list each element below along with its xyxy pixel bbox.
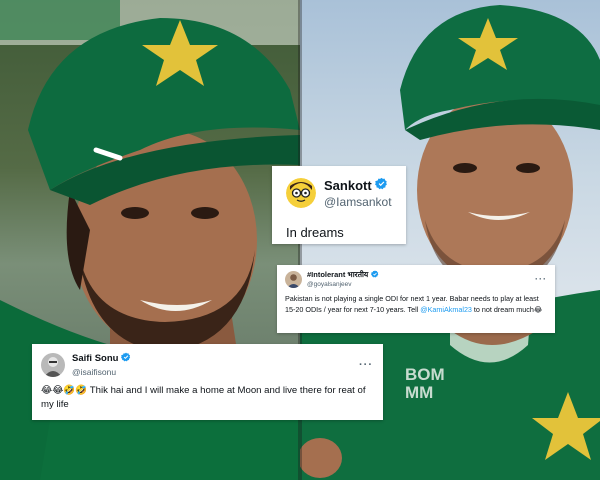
- tweet-header: Saifi Sonu @isaifisonu ···: [41, 352, 373, 377]
- tweet-header: Sankott @Iamsankot: [286, 177, 396, 209]
- author-name[interactable]: #Intolerant भारतीय: [307, 270, 368, 280]
- author-name[interactable]: Sankott: [324, 178, 372, 193]
- tweet-text: Pakistan is not playing a single ODI for…: [285, 294, 547, 315]
- more-options-icon[interactable]: ···: [535, 274, 547, 284]
- author-handle[interactable]: @isaifisonu: [72, 367, 131, 377]
- more-options-icon[interactable]: ···: [359, 359, 373, 371]
- tweet-text: In dreams: [286, 225, 344, 240]
- author-handle[interactable]: @Iamsankot: [324, 195, 392, 209]
- laughing-emojis-icon: 😂😂🤣🤣: [41, 385, 88, 396]
- tweet-card-sankott: Sankott @Iamsankot In dreams: [272, 166, 406, 244]
- author-handle[interactable]: @goyalsanjeev: [307, 281, 379, 288]
- jersey-text: BOM MM: [405, 365, 445, 402]
- tweet-card-isaifisonu: Saifi Sonu @isaifisonu ··· 😂😂🤣🤣 Thik hai…: [32, 344, 383, 420]
- mention-link[interactable]: @KamiAkmal23: [420, 305, 472, 314]
- profile-photo-avatar-icon[interactable]: [285, 270, 302, 288]
- tweet-text-part: Thik hai and I will make a home at Moon …: [41, 385, 366, 410]
- tweet-card-goyalsanjeev: #Intolerant भारतीय @goyalsanjeev ··· Pak…: [277, 265, 555, 333]
- author-name[interactable]: Saifi Sonu: [72, 353, 118, 364]
- verified-badge-icon: [374, 177, 388, 193]
- verified-badge-icon: [371, 270, 379, 280]
- profile-photo-avatar-icon[interactable]: [41, 352, 65, 377]
- verified-badge-icon: [121, 352, 131, 365]
- laughing-emoji-icon: 😂: [533, 304, 543, 314]
- cartoon-glasses-avatar-icon[interactable]: [286, 178, 316, 208]
- tweet-text: 😂😂🤣🤣 Thik hai and I will make a home at …: [41, 384, 373, 411]
- tweet-header: #Intolerant भारतीय @goyalsanjeev ···: [285, 270, 547, 288]
- tweet-text-part: to not dream much: [471, 304, 534, 314]
